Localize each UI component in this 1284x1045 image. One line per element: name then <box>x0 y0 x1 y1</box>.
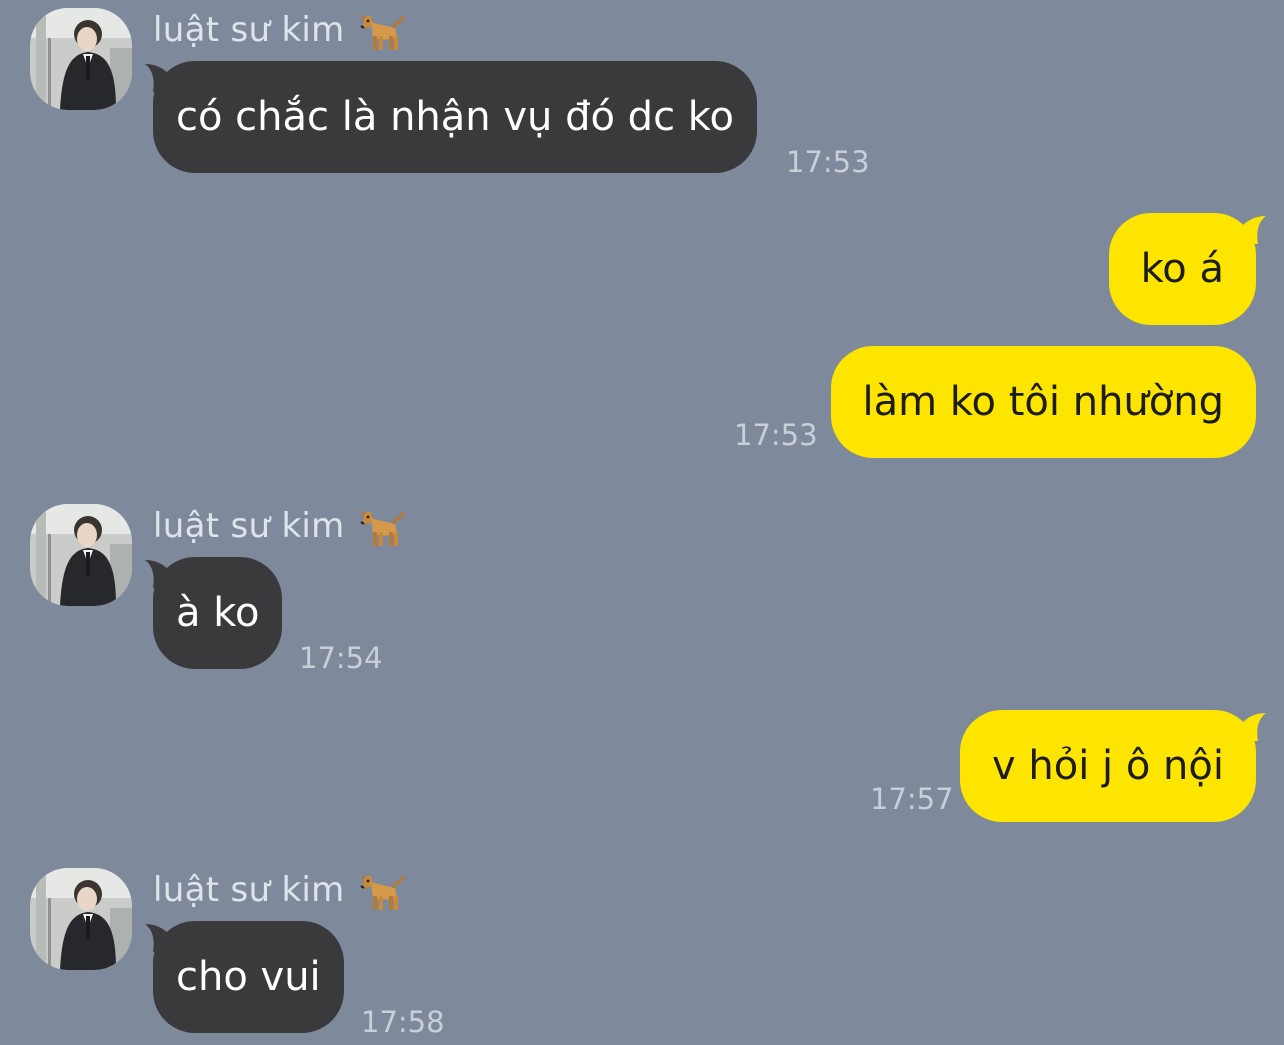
message-bubble-incoming[interactable]: có chắc là nhận vụ đó dc ko <box>153 61 757 173</box>
sender-avatar[interactable] <box>30 8 132 110</box>
sender-name: luật sư kim <box>153 10 345 50</box>
message-timestamp: 17:53 <box>786 145 870 179</box>
message-bubble-outgoing[interactable]: ko á <box>1108 213 1256 325</box>
sender-avatar[interactable] <box>30 504 132 606</box>
sender-name-row: luật sư kim <box>153 868 405 912</box>
message-bubble-outgoing[interactable]: v hỏi j ô nội <box>960 710 1256 822</box>
message-timestamp: 17:54 <box>299 641 383 675</box>
dog-icon <box>360 874 405 910</box>
message-bubble-outgoing[interactable]: làm ko tôi nhường <box>830 346 1256 458</box>
sender-name-row: luật sư kim <box>153 8 405 52</box>
message-timestamp: 17:57 <box>870 782 954 816</box>
dog-icon <box>360 510 405 546</box>
message-timestamp: 17:58 <box>361 1005 445 1039</box>
message-timestamp: 17:53 <box>734 418 818 452</box>
sender-avatar[interactable] <box>30 868 132 970</box>
message-bubble-incoming[interactable]: à ko <box>153 557 283 669</box>
sender-name: luật sư kim <box>153 506 345 546</box>
message-bubble-incoming[interactable]: cho vui <box>153 921 344 1033</box>
chat-screen: { "chat": { "messages": [ { "direction":… <box>0 0 1284 1045</box>
sender-name: luật sư kim <box>153 870 345 910</box>
dog-icon <box>360 14 405 50</box>
sender-name-row: luật sư kim <box>153 504 405 548</box>
